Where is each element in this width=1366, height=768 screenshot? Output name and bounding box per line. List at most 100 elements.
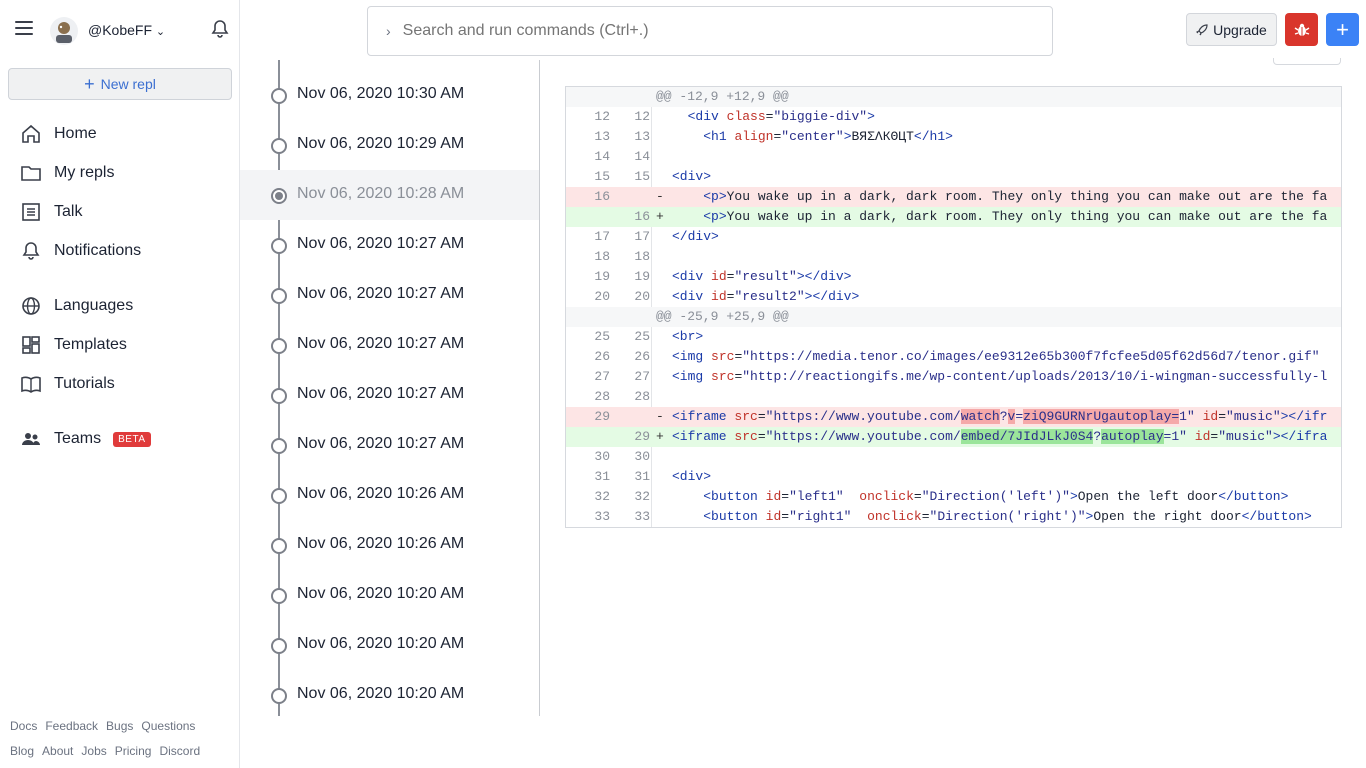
diff-line: 25 25 <br> [594, 329, 704, 344]
timeline-timestamp: Nov 06, 2020 10:20 AM [297, 685, 465, 702]
sidebar-item-my-repls[interactable]: My repls [20, 161, 114, 185]
diff-line: 17 17 </div> [594, 229, 719, 244]
avatar[interactable] [50, 17, 78, 45]
timeline-item[interactable]: Nov 06, 2020 10:30 AM [240, 70, 539, 120]
diff-line: 13 13 <h1 align="center">ВЯΣΛКΘЦТ</h1> [594, 129, 953, 144]
new-repl-label: New repl [100, 76, 156, 92]
sidebar-item-label: Languages [54, 297, 134, 314]
sidebar-item-label: Tutorials [54, 375, 115, 392]
plus-icon: + [1336, 16, 1349, 42]
diff-line-removed: 16- <p>You wake up in a dark, dark room.… [566, 187, 1341, 207]
timeline-dot [271, 338, 287, 354]
sidebar-item-label: Templates [54, 336, 127, 353]
timeline-item[interactable]: Nov 06, 2020 10:29 AM [240, 120, 539, 170]
footer-link-questions[interactable]: Questions [141, 719, 195, 733]
diff-toolbar-tab[interactable] [1273, 58, 1341, 65]
search-input[interactable] [400, 21, 1005, 41]
sidebar-item-talk[interactable]: Talk [20, 200, 82, 224]
footer-links-row2: Blog About Jobs Pricing Discord [10, 744, 200, 758]
timeline-dot [271, 238, 287, 254]
timeline-dot [271, 438, 287, 454]
home-icon [22, 124, 40, 143]
timeline-item[interactable]: Nov 06, 2020 10:27 AM [240, 420, 539, 470]
diff-line: 26 26 <img src="https://media.tenor.co/ima… [594, 349, 1320, 364]
upgrade-button[interactable]: Upgrade [1186, 13, 1277, 46]
footer-link-blog[interactable]: Blog [10, 744, 34, 758]
sidebar-item-label: Talk [54, 203, 83, 220]
sidebar-item-home[interactable]: Home [20, 122, 97, 146]
bug-report-button[interactable] [1285, 13, 1318, 46]
timeline-item[interactable]: Nov 06, 2020 10:27 AM [240, 320, 539, 370]
diff-line: 15 15 <div> [594, 169, 712, 184]
diff-line: 18 18 [594, 249, 650, 264]
diff-line: 20 20 <div id="result2"></div> [594, 289, 860, 304]
timeline-dot [271, 638, 287, 654]
footer-link-bugs[interactable]: Bugs [106, 719, 133, 733]
diff-line: 31 31 <div> [594, 469, 712, 484]
timeline-item[interactable]: Nov 06, 2020 10:20 AM [240, 670, 539, 720]
username-menu[interactable]: @KobeFF ⌄ [88, 22, 165, 38]
diff-line: 30 30 [594, 449, 650, 464]
new-repl-button[interactable]: + New repl [8, 68, 232, 100]
sidebar-item-teams[interactable]: Teams BETA [20, 427, 151, 451]
diff-line: 33 33 <button id="right1" onclick="Direct… [594, 509, 1312, 524]
talk-icon [22, 203, 40, 221]
timeline-dot [271, 288, 287, 304]
sidebar-item-label: Home [54, 125, 97, 142]
sidebar-item-templates[interactable]: Templates [20, 333, 127, 357]
timeline-dot [271, 488, 287, 504]
diff-line: 27 27 <img src="http://reactiongifs.me/wp-… [594, 369, 1328, 384]
sidebar-item-label: Notifications [54, 242, 142, 259]
timeline-dot [271, 688, 287, 704]
timeline-item[interactable]: Nov 06, 2020 10:26 AM [240, 470, 539, 520]
notifications-bell-icon[interactable] [211, 19, 229, 44]
diff-view: @@ -12,9 +12,9 @@ 12 12 <div class="biggi… [565, 86, 1342, 528]
timeline-item[interactable]: Nov 06, 2020 10:27 AM [240, 370, 539, 420]
timeline-timestamp: Nov 06, 2020 10:27 AM [297, 285, 465, 302]
sidebar-item-tutorials[interactable]: Tutorials [20, 372, 115, 396]
timeline-item[interactable]: Nov 06, 2020 10:26 AM [240, 520, 539, 570]
timeline-item[interactable]: Nov 06, 2020 10:27 AM [240, 270, 539, 320]
plus-icon: + [84, 74, 95, 94]
timeline-timestamp: Nov 06, 2020 10:30 AM [297, 85, 465, 102]
timeline-dot [271, 88, 287, 104]
templates-icon [22, 336, 40, 354]
upgrade-label: Upgrade [1213, 21, 1267, 38]
diff-line-removed: 29- <iframe src="https://www.youtube.com/… [566, 407, 1341, 427]
book-icon [21, 376, 41, 393]
timeline-timestamp: Nov 06, 2020 10:27 AM [297, 435, 465, 452]
sidebar-item-notifications[interactable]: Notifications [20, 239, 141, 263]
timeline-dot [271, 588, 287, 604]
menu-icon[interactable] [15, 21, 33, 35]
diff-hunk-header: @@ -25,9 +25,9 @@ [566, 307, 1341, 327]
globe-icon [22, 297, 40, 315]
diff-hunk-header: @@ -12,9 +12,9 @@ [566, 87, 1341, 107]
timeline-item[interactable]: Nov 06, 2020 10:20 AM [240, 620, 539, 670]
chevron-right-icon: › [386, 23, 391, 39]
timeline-timestamp: Nov 06, 2020 10:27 AM [297, 235, 465, 252]
command-search[interactable]: › [367, 6, 1053, 56]
rocket-icon [1196, 23, 1208, 35]
diff-line: 19 19 <div id="result"></div> [594, 269, 852, 284]
sidebar-item-label: Teams [54, 430, 102, 447]
sidebar-item-languages[interactable]: Languages [20, 294, 133, 318]
footer-link-docs[interactable]: Docs [10, 719, 37, 733]
footer-link-pricing[interactable]: Pricing [115, 744, 152, 758]
diff-line: 14 14 [594, 149, 650, 164]
footer-link-jobs[interactable]: Jobs [81, 744, 106, 758]
timeline-item[interactable]: Nov 06, 2020 10:20 AM [240, 570, 539, 620]
bell-icon [22, 242, 40, 260]
diff-line: 28 28 [594, 389, 650, 404]
timeline-item-selected[interactable]: Nov 06, 2020 10:28 AM [240, 170, 539, 220]
timeline-timestamp: Nov 06, 2020 10:27 AM [297, 335, 465, 352]
footer-link-discord[interactable]: Discord [159, 744, 200, 758]
history-timeline: Nov 06, 2020 10:30 AM Nov 06, 2020 10:29… [240, 60, 540, 716]
timeline-item[interactable]: Nov 06, 2020 10:27 AM [240, 220, 539, 270]
username: @KobeFF [88, 22, 153, 38]
footer-link-feedback[interactable]: Feedback [45, 719, 98, 733]
timeline-timestamp: Nov 06, 2020 10:26 AM [297, 535, 465, 552]
timeline-dot [271, 138, 287, 154]
footer-link-about[interactable]: About [42, 744, 73, 758]
create-button[interactable]: + [1326, 13, 1359, 46]
timeline-dot [271, 538, 287, 554]
